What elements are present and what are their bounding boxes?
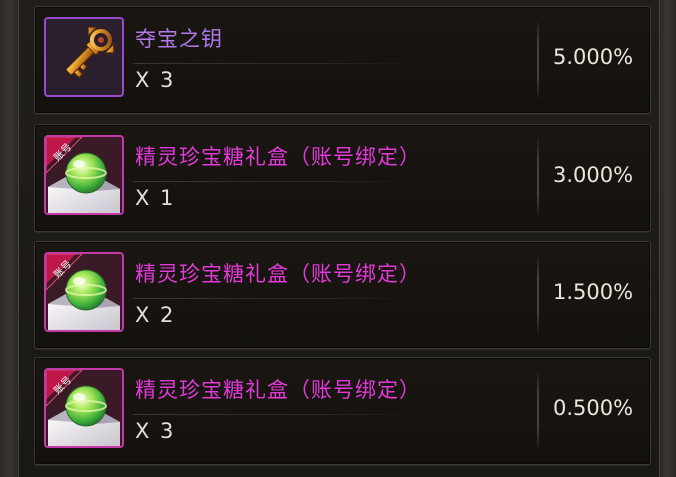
reward-row: 夺宝之钥 X 3 5.000%	[34, 6, 651, 114]
name-underline	[133, 63, 423, 64]
column-divider	[537, 370, 539, 452]
item-quantity: X 1	[135, 186, 176, 210]
candy-gift-box-icon[interactable]: 账号	[44, 135, 124, 215]
column-divider	[537, 254, 539, 336]
panel-frame-right	[659, 0, 676, 477]
drop-rate: 3.000%	[552, 163, 634, 187]
candy-gift-box-icon[interactable]: 账号	[44, 368, 124, 448]
reward-row: 账号 精灵珍宝糖礼盒（账号绑定） X 2 1.500%	[34, 241, 651, 349]
drop-rate: 1.500%	[552, 280, 634, 304]
item-name: 精灵珍宝糖礼盒（账号绑定）	[135, 378, 421, 402]
column-divider	[537, 137, 539, 219]
name-underline	[133, 298, 423, 299]
item-quantity: X 3	[135, 419, 176, 443]
reward-row: 账号 精灵珍宝糖礼盒（账号绑定） X 1 3.000%	[34, 124, 651, 232]
drop-rate: 5.000%	[552, 45, 634, 69]
reward-row: 账号 精灵珍宝糖礼盒（账号绑定） X 3 0.500%	[34, 357, 651, 465]
item-name: 精灵珍宝糖礼盒（账号绑定）	[135, 262, 421, 286]
column-divider	[537, 19, 539, 101]
golden-key-icon[interactable]	[44, 17, 124, 97]
reward-probability-panel: 夺宝之钥 X 3 5.000% 账号 精灵珍宝糖礼盒（账号绑定） X 1 3.0…	[0, 0, 676, 477]
name-underline	[133, 414, 423, 415]
drop-rate: 0.500%	[552, 396, 634, 420]
item-quantity: X 2	[135, 303, 176, 327]
item-name: 精灵珍宝糖礼盒（账号绑定）	[135, 145, 421, 169]
name-underline	[133, 181, 423, 182]
item-name: 夺宝之钥	[135, 27, 223, 51]
panel-frame-left	[0, 0, 19, 477]
candy-gift-box-icon[interactable]: 账号	[44, 252, 124, 332]
item-quantity: X 3	[135, 68, 176, 92]
